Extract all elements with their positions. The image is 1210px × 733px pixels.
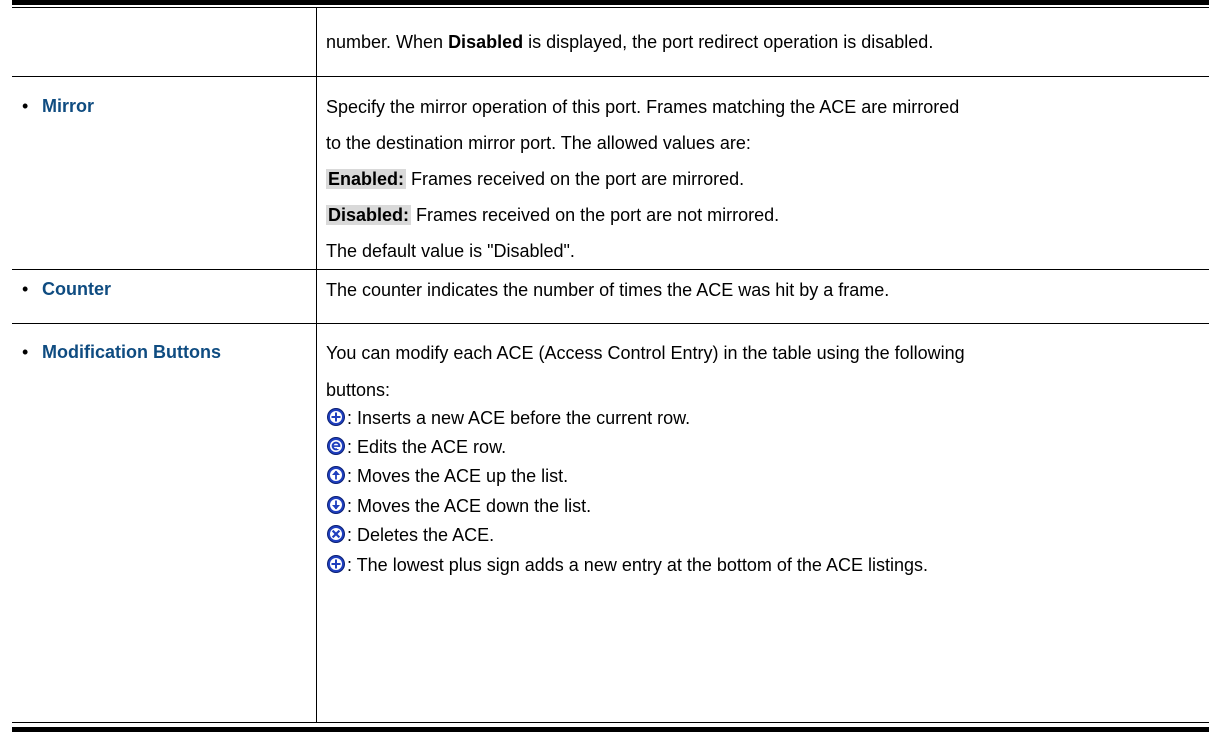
arrow-down-circle-icon bbox=[326, 495, 346, 515]
list-item: : Deletes the ACE. bbox=[326, 523, 1206, 547]
list-item: : Edits the ACE row. bbox=[326, 435, 1206, 459]
list-item: : Moves the ACE up the list. bbox=[326, 464, 1206, 488]
table-bottom-rule-thin bbox=[12, 722, 1209, 723]
item-text: : Moves the ACE down the list. bbox=[347, 496, 592, 516]
list-item: : The lowest plus sign adds a new entry … bbox=[326, 553, 1206, 577]
continuation-suffix: is displayed, the port redirect operatio… bbox=[523, 32, 934, 52]
arrow-up-circle-icon bbox=[326, 465, 346, 485]
item-text: : Inserts a new ACE before the current r… bbox=[347, 408, 691, 428]
item-text: : Deletes the ACE. bbox=[347, 525, 495, 545]
item-text: : Moves the ACE up the list. bbox=[347, 466, 569, 486]
desc-mirror-default: The default value is "Disabled". bbox=[326, 241, 575, 261]
row-divider bbox=[12, 76, 1209, 77]
enabled-text: Frames received on the port are mirrored… bbox=[406, 169, 745, 189]
param-mirror-label: Mirror bbox=[42, 96, 95, 116]
desc-mirror-line1: Specify the mirror operation of this por… bbox=[326, 97, 960, 117]
table-top-rule-thin bbox=[12, 7, 1209, 8]
param-counter-label: Counter bbox=[42, 279, 111, 299]
parameter-table: number. When Disabled is displayed, the … bbox=[0, 0, 1210, 733]
disabled-label: Disabled: bbox=[326, 205, 412, 225]
table-bottom-rule bbox=[12, 727, 1209, 732]
param-mirror: • Mirror bbox=[22, 96, 94, 117]
desc-modification-line1: You can modify each ACE (Access Control … bbox=[326, 343, 965, 363]
plus-circle-icon bbox=[326, 407, 346, 427]
item-text: : The lowest plus sign adds a new entry … bbox=[347, 555, 928, 575]
enabled-label: Enabled: bbox=[326, 169, 407, 189]
desc-counter: The counter indicates the number of time… bbox=[326, 280, 890, 300]
desc-mirror-disabled: Disabled: Frames received on the port ar… bbox=[326, 203, 1206, 227]
bullet: • bbox=[22, 342, 29, 362]
delete-circle-icon bbox=[326, 524, 346, 544]
bullet: • bbox=[22, 279, 29, 299]
desc-modification-line2: buttons: bbox=[326, 380, 391, 400]
edit-circle-icon bbox=[326, 436, 346, 456]
list-item: : Inserts a new ACE before the current r… bbox=[326, 406, 1206, 430]
row-divider bbox=[12, 269, 1209, 270]
desc-mirror-enabled: Enabled: Frames received on the port are… bbox=[326, 167, 1206, 191]
continuation-prefix: number. When bbox=[326, 32, 449, 52]
param-counter: • Counter bbox=[22, 279, 111, 300]
table-top-rule bbox=[12, 0, 1209, 5]
disabled-text: Frames received on the port are not mirr… bbox=[411, 205, 780, 225]
row-continuation-text: number. When Disabled is displayed, the … bbox=[326, 30, 1206, 54]
param-modification-buttons: • Modification Buttons bbox=[22, 342, 221, 363]
bullet: • bbox=[22, 96, 29, 116]
list-item: : Moves the ACE down the list. bbox=[326, 494, 1206, 518]
continuation-bold: Disabled bbox=[448, 32, 524, 52]
param-modification-label: Modification Buttons bbox=[42, 342, 221, 362]
row-divider bbox=[12, 323, 1209, 324]
plus-circle-icon bbox=[326, 554, 346, 574]
item-text: : Edits the ACE row. bbox=[347, 437, 507, 457]
desc-mirror-line2: to the destination mirror port. The allo… bbox=[326, 133, 751, 153]
column-divider bbox=[316, 8, 317, 722]
